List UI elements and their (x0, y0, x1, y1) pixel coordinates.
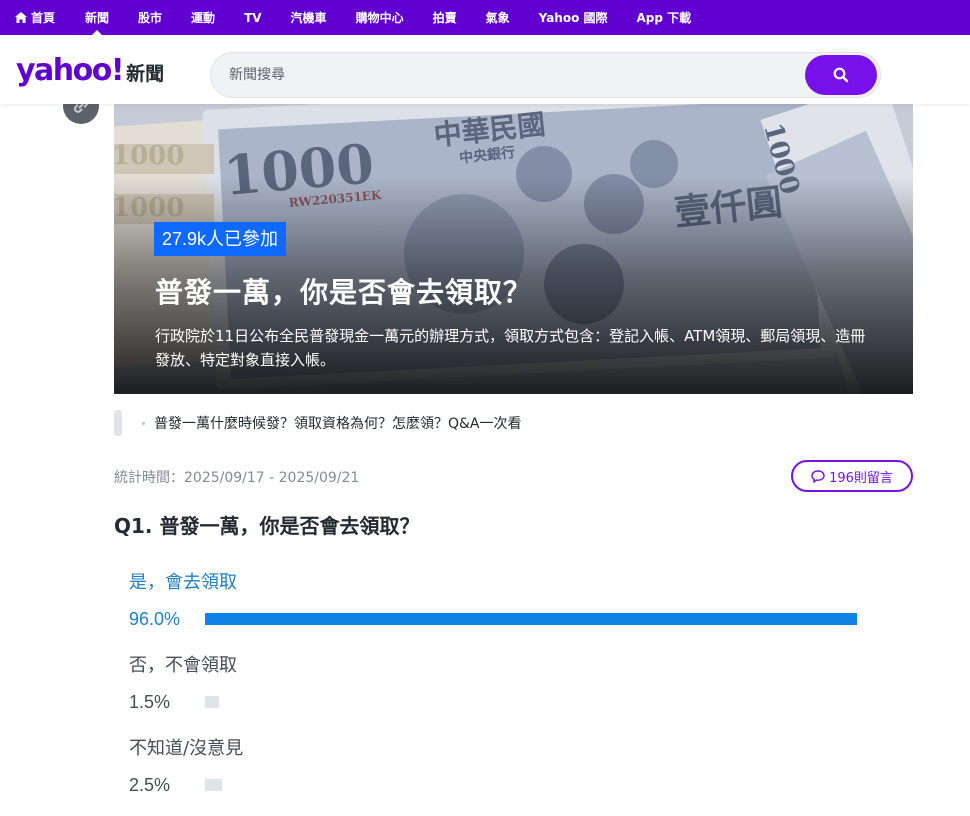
yahoo-news-logo[interactable]: yahoo! 新聞 (16, 54, 164, 88)
nav-item-tv[interactable]: TV (244, 0, 261, 35)
top-navigation: 首頁 新聞 股市 運動 TV 汽機車 購物中心 拍賣 氣象 Yahoo 國際 A… (0, 0, 970, 35)
search-button[interactable] (805, 55, 877, 95)
option-percent: 96.0% (129, 608, 181, 629)
nav-item-app-download[interactable]: App 下載 (637, 0, 692, 35)
comments-count: 196則留言 (829, 470, 893, 486)
nav-item-label: 汽機車 (290, 11, 327, 25)
poll-hero-banner: 1000 1000 1000 壹仟圓 中華民國 中央銀行 RW220351EK … (114, 104, 913, 394)
nav-item-international[interactable]: Yahoo 國際 (539, 0, 608, 35)
search-bar (210, 52, 881, 98)
nav-item-weather[interactable]: 氣象 (486, 0, 510, 35)
nav-item-label: 首頁 (31, 11, 56, 25)
home-icon (15, 12, 27, 23)
site-header: yahoo! 新聞 (0, 35, 970, 104)
option-bar-fill (205, 696, 219, 708)
poll-question: Q1. 普發一萬，你是否會去領取？ (114, 514, 420, 538)
poll-option[interactable]: 否，不會領取 1.5% (129, 654, 889, 714)
search-icon (833, 67, 849, 83)
logo-wordmark: yahoo! (16, 53, 125, 88)
nav-item-sports[interactable]: 運動 (191, 0, 215, 35)
related-divider (114, 410, 122, 436)
option-bar-track (205, 613, 884, 625)
nav-item-label: 股市 (138, 11, 163, 25)
nav-item-news[interactable]: 新聞 (85, 0, 109, 35)
hero-description: 行政院於11日公布全民普發現金一萬元的辦理方式，領取方式包含：登記入帳、ATM領… (155, 327, 866, 369)
logo-subtitle: 新聞 (126, 63, 165, 85)
option-label: 不知道/沒意見 (129, 738, 244, 759)
nav-item-auction[interactable]: 拍賣 (433, 0, 457, 35)
nav-item-label: App 下載 (636, 11, 692, 25)
related-article-link[interactable]: 普發一萬什麼時候發？領取資格為何？怎麼領？Q&A一次看 (154, 413, 522, 433)
option-label: 否，不會領取 (129, 655, 237, 676)
nav-item-shopping[interactable]: 購物中心 (356, 0, 404, 35)
poll-option[interactable]: 是，會去領取 96.0% (129, 571, 889, 631)
nav-item-label: 氣象 (485, 11, 510, 25)
option-percent: 1.5% (129, 691, 171, 712)
option-label: 是，會去領取 (129, 572, 237, 593)
comment-icon (811, 469, 825, 483)
nav-item-label: 運動 (191, 11, 216, 25)
option-bar-fill (205, 779, 222, 791)
related-article: 普發一萬什麼時候發？領取資格為何？怎麼領？Q&A一次看 (114, 410, 522, 436)
nav-item-autos[interactable]: 汽機車 (291, 0, 327, 35)
nav-item-stocks[interactable]: 股市 (138, 0, 162, 35)
poll-option[interactable]: 不知道/沒意見 2.5% (129, 737, 889, 797)
search-input[interactable] (229, 53, 789, 97)
bullet-dot (142, 421, 145, 425)
comments-button[interactable]: 196則留言 (791, 460, 913, 492)
nav-item-label: Yahoo 國際 (538, 11, 608, 25)
nav-item-label: TV (244, 10, 262, 25)
option-percent: 2.5% (129, 774, 171, 795)
option-bar-track (205, 779, 884, 791)
nav-item-home[interactable]: 首頁 (15, 0, 55, 35)
hero-title: 普發一萬，你是否會去領取？ (155, 276, 533, 309)
participants-badge: 27.9k人已參加 (154, 222, 287, 256)
option-bar-fill (205, 613, 857, 625)
nav-item-label: 拍賣 (432, 11, 457, 25)
nav-item-label: 新聞 (85, 11, 110, 25)
poll-period: 統計時間：2025/09/17 - 2025/09/21 (114, 470, 360, 486)
option-bar-track (205, 696, 884, 708)
nav-item-label: 購物中心 (355, 11, 404, 25)
